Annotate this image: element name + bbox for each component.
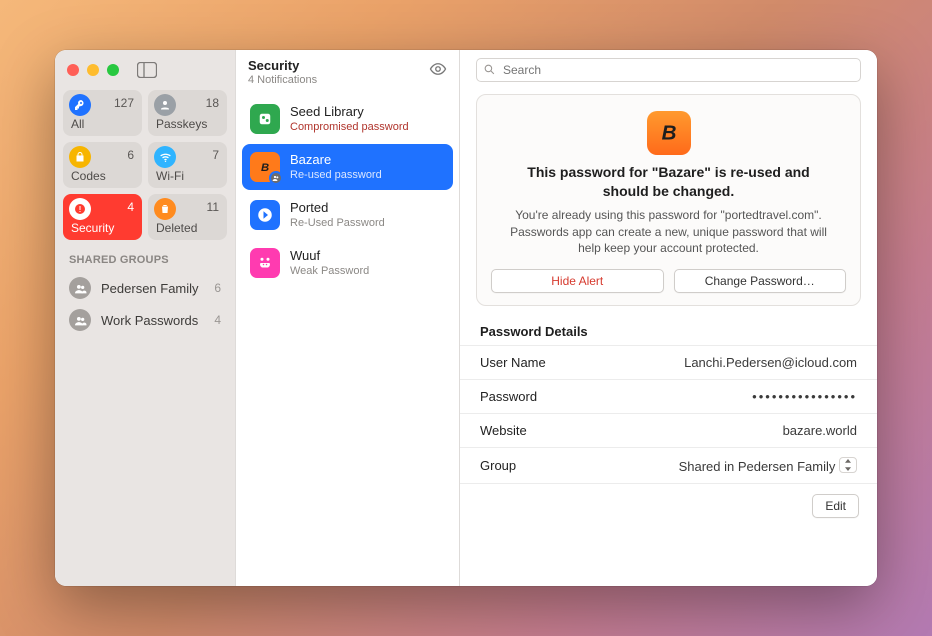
group-icon xyxy=(69,309,91,331)
detail-value: •••••••••••••••• xyxy=(752,389,857,404)
tile-count: 18 xyxy=(206,96,219,110)
sidebar-tiles: 127 All 18 Passkeys 6 Codes xyxy=(55,90,235,240)
app-icon xyxy=(250,104,280,134)
key-icon xyxy=(69,94,91,116)
group-stepper-icon[interactable] xyxy=(839,457,857,473)
list-item-seed-library[interactable]: Seed Library Compromised password xyxy=(242,96,453,142)
group-icon xyxy=(69,277,91,299)
item-name: Ported xyxy=(290,201,385,215)
item-list: Seed Library Compromised password B Baza… xyxy=(236,94,459,288)
svg-text:B: B xyxy=(661,122,676,145)
group-count: 6 xyxy=(214,281,221,295)
item-subtitle: Re-used password xyxy=(290,169,382,181)
hide-alert-button[interactable]: Hide Alert xyxy=(491,269,664,293)
alert-body: You're already using this password for "… xyxy=(491,207,846,257)
group-label: Pedersen Family xyxy=(101,281,199,296)
tile-count: 7 xyxy=(212,148,219,162)
tile-label: All xyxy=(71,117,84,131)
item-subtitle: Weak Password xyxy=(290,265,369,277)
tile-label: Wi-Fi xyxy=(156,169,184,183)
shared-badge-icon xyxy=(269,171,283,185)
list-item-wuuf[interactable]: Wuuf Weak Password xyxy=(242,240,453,286)
detail-value: bazare.world xyxy=(783,423,857,438)
reveal-passwords-icon[interactable] xyxy=(429,58,447,83)
item-list-pane: Security 4 Notifications Seed Library Co… xyxy=(235,50,460,586)
list-header: Security 4 Notifications xyxy=(236,50,459,94)
list-item-bazare[interactable]: B Bazare Re-used password xyxy=(242,144,453,190)
close-window-button[interactable] xyxy=(67,64,79,76)
alert-icon xyxy=(69,198,91,220)
detail-label: Website xyxy=(480,423,527,438)
list-title: Security xyxy=(248,58,429,73)
detail-label: User Name xyxy=(480,355,546,370)
shared-group-work[interactable]: Work Passwords 4 xyxy=(55,304,235,336)
tile-count: 11 xyxy=(207,200,219,214)
sidebar-tile-all[interactable]: 127 All xyxy=(63,90,142,136)
tile-label: Deleted xyxy=(156,221,197,235)
wifi-icon xyxy=(154,146,176,168)
tile-label: Codes xyxy=(71,169,106,183)
person-icon xyxy=(154,94,176,116)
detail-value: Lanchi.Pedersen@icloud.com xyxy=(684,355,857,370)
detail-row-username[interactable]: User Name Lanchi.Pedersen@icloud.com xyxy=(460,346,877,380)
search-field[interactable] xyxy=(476,58,861,82)
tile-count: 4 xyxy=(127,200,134,214)
app-icon xyxy=(250,248,280,278)
group-value-text: Shared in Pedersen Family xyxy=(679,459,836,474)
details-section-title: Password Details xyxy=(460,306,877,345)
minimize-window-button[interactable] xyxy=(87,64,99,76)
detail-pane: B This password for "Bazare" is re-used … xyxy=(460,50,877,586)
list-subtitle: 4 Notifications xyxy=(248,74,429,86)
search-icon xyxy=(483,63,496,76)
group-label: Work Passwords xyxy=(101,313,198,328)
tile-label: Passkeys xyxy=(156,117,207,131)
app-icon xyxy=(250,200,280,230)
edit-button[interactable]: Edit xyxy=(812,494,859,518)
detail-row-group[interactable]: Group Shared in Pedersen Family xyxy=(460,448,877,484)
toggle-sidebar-icon[interactable] xyxy=(137,62,157,78)
list-item-ported[interactable]: Ported Re-Used Password xyxy=(242,192,453,238)
sidebar-tile-security[interactable]: 4 Security xyxy=(63,194,142,240)
app-logo-icon: B xyxy=(647,111,691,155)
alert-title: This password for "Bazare" is re-used an… xyxy=(491,163,846,207)
sidebar: 127 All 18 Passkeys 6 Codes xyxy=(55,50,235,586)
item-subtitle: Re-Used Password xyxy=(290,217,385,229)
window-titlebar xyxy=(55,50,235,90)
detail-row-password[interactable]: Password •••••••••••••••• xyxy=(460,380,877,414)
detail-label: Group xyxy=(480,458,516,473)
sidebar-tile-passkeys[interactable]: 18 Passkeys xyxy=(148,90,227,136)
detail-value: Shared in Pedersen Family xyxy=(679,457,857,474)
change-password-button[interactable]: Change Password… xyxy=(674,269,847,293)
sidebar-tile-codes[interactable]: 6 Codes xyxy=(63,142,142,188)
detail-row-website[interactable]: Website bazare.world xyxy=(460,414,877,448)
app-icon: B xyxy=(250,152,280,182)
passwords-window: 127 All 18 Passkeys 6 Codes xyxy=(55,50,877,586)
tile-label: Security xyxy=(71,221,114,235)
tile-count: 6 xyxy=(127,148,134,162)
search-input[interactable] xyxy=(476,58,861,82)
item-subtitle: Compromised password xyxy=(290,121,409,133)
sidebar-tile-wifi[interactable]: 7 Wi-Fi xyxy=(148,142,227,188)
shared-group-pedersen[interactable]: Pedersen Family 6 xyxy=(55,272,235,304)
item-name: Wuuf xyxy=(290,249,369,263)
security-alert-card: B This password for "Bazare" is re-used … xyxy=(476,94,861,306)
zoom-window-button[interactable] xyxy=(107,64,119,76)
sidebar-tile-deleted[interactable]: 11 Deleted xyxy=(148,194,227,240)
lock-icon xyxy=(69,146,91,168)
window-controls xyxy=(67,64,119,76)
svg-text:B: B xyxy=(261,162,269,174)
trash-icon xyxy=(154,198,176,220)
detail-label: Password xyxy=(480,389,537,404)
tile-count: 127 xyxy=(114,96,134,110)
item-name: Bazare xyxy=(290,153,382,167)
item-name: Seed Library xyxy=(290,105,409,119)
details-table: User Name Lanchi.Pedersen@icloud.com Pas… xyxy=(460,345,877,484)
sidebar-section-label: SHARED GROUPS xyxy=(55,240,235,272)
group-count: 4 xyxy=(214,313,221,327)
